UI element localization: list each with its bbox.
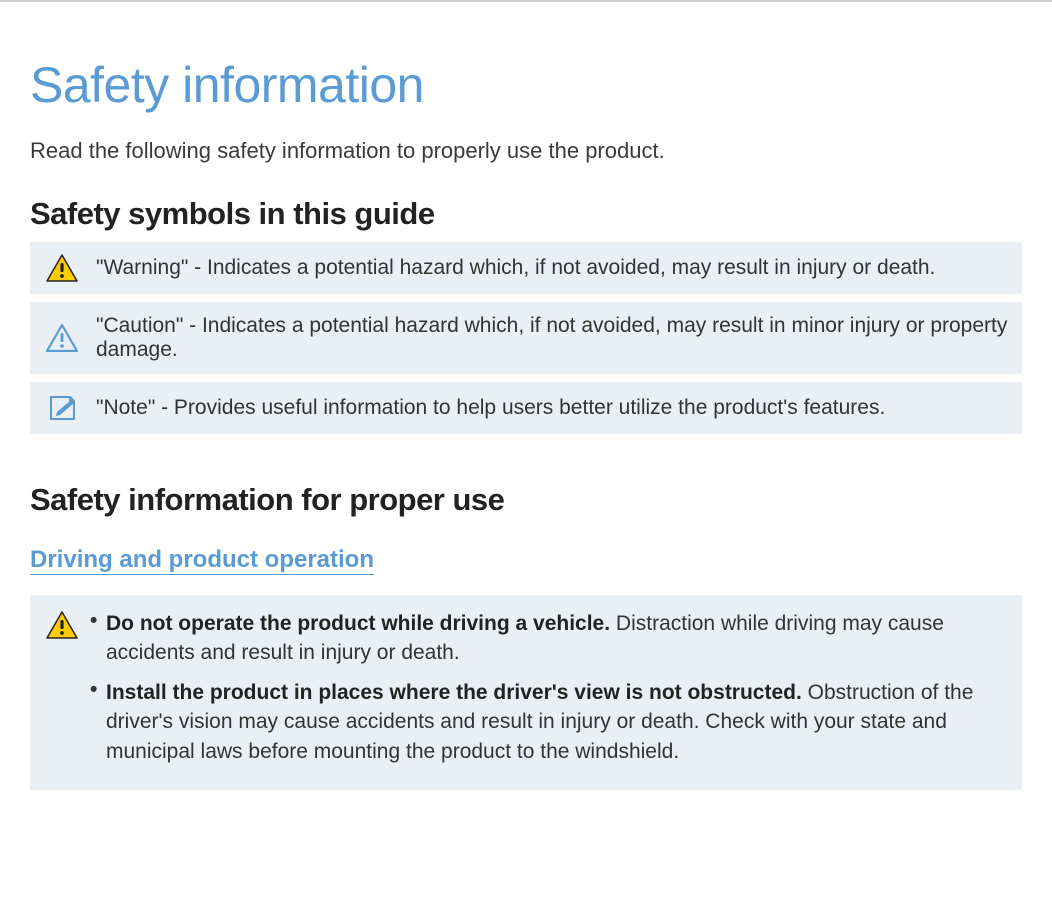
page-title: Safety information	[30, 56, 1022, 114]
warning-icon	[44, 609, 80, 639]
warning-item-2-bold: Install the product in places where the …	[106, 681, 802, 704]
driving-warning-block: Do not operate the product while driving…	[30, 595, 1022, 790]
symbol-row-note: "Note" - Provides useful information to …	[30, 382, 1022, 434]
proper-use-heading: Safety information for proper use	[30, 482, 1022, 518]
symbol-warning-text: "Warning" - Indicates a potential hazard…	[96, 256, 935, 280]
caution-icon	[44, 324, 80, 352]
warning-icon	[44, 254, 80, 282]
symbol-caution-text: "Caution" - Indicates a potential hazard…	[96, 314, 1008, 362]
driving-subheading: Driving and product operation	[30, 546, 374, 575]
note-icon	[44, 394, 80, 422]
warning-item-1: Do not operate the product while driving…	[90, 609, 1008, 668]
document-page: Safety information Read the following sa…	[0, 2, 1052, 820]
warning-item-2: Install the product in places where the …	[90, 678, 1008, 766]
warning-list: Do not operate the product while driving…	[90, 609, 1008, 776]
symbol-row-caution: "Caution" - Indicates a potential hazard…	[30, 302, 1022, 374]
warning-item-1-bold: Do not operate the product while driving…	[106, 612, 610, 635]
intro-text: Read the following safety information to…	[30, 138, 1022, 164]
symbols-heading: Safety symbols in this guide	[30, 196, 1022, 232]
symbol-note-text: "Note" - Provides useful information to …	[96, 396, 885, 420]
symbol-row-warning: "Warning" - Indicates a potential hazard…	[30, 242, 1022, 294]
